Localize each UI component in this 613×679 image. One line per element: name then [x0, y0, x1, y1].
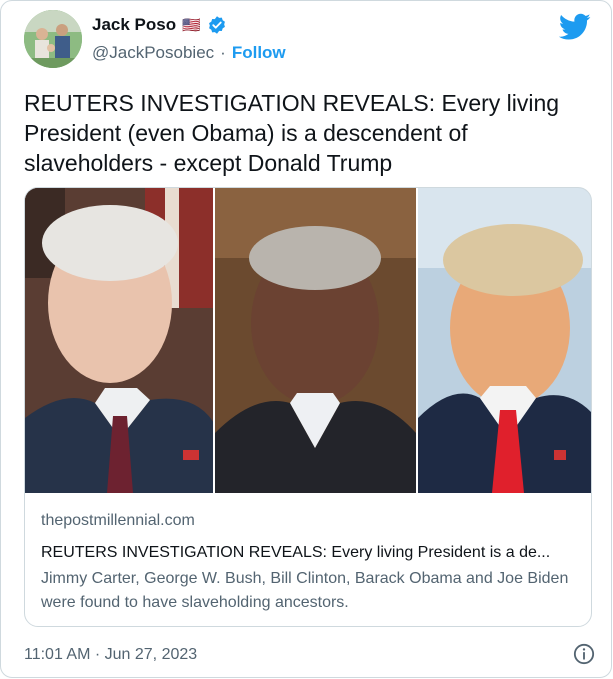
tweet-timestamp[interactable]: 11:01 AM · Jun 27, 2023 — [24, 646, 197, 664]
link-preview-card[interactable]: thepostmillennial.com REUTERS INVESTIGAT… — [24, 187, 592, 627]
handle-row: @JackPosobiec · Follow — [92, 43, 286, 63]
author-name[interactable]: Jack Poso — [92, 15, 176, 35]
info-icon[interactable] — [573, 643, 595, 665]
tweet-text: REUTERS INVESTIGATION REVEALS: Every liv… — [24, 90, 560, 176]
link-preview-meta: thepostmillennial.com REUTERS INVESTIGAT… — [41, 512, 581, 615]
author-name-row[interactable]: Jack Poso 🇺🇸 — [92, 15, 227, 35]
author-handle[interactable]: @JackPosobiec — [92, 43, 214, 63]
photo-biden — [25, 188, 214, 493]
separator-dot: · — [220, 43, 226, 62]
link-domain: thepostmillennial.com — [41, 512, 195, 529]
verified-badge-icon — [208, 16, 225, 34]
link-description: Jimmy Carter, George W. Bush, Bill Clint… — [41, 570, 569, 611]
photo-trump — [417, 188, 591, 493]
twitter-bird-icon[interactable] — [559, 13, 591, 41]
photo-obama — [215, 188, 416, 493]
link-preview-image[interactable] — [25, 188, 591, 493]
follow-button[interactable]: Follow — [232, 43, 286, 63]
link-title[interactable]: REUTERS INVESTIGATION REVEALS: Every liv… — [41, 544, 581, 562]
avatar[interactable] — [24, 10, 82, 68]
us-flag-icon: 🇺🇸 — [182, 17, 201, 34]
tweet-card: Jack Poso 🇺🇸 @JackPosobiec · Follow REUT… — [0, 0, 612, 678]
